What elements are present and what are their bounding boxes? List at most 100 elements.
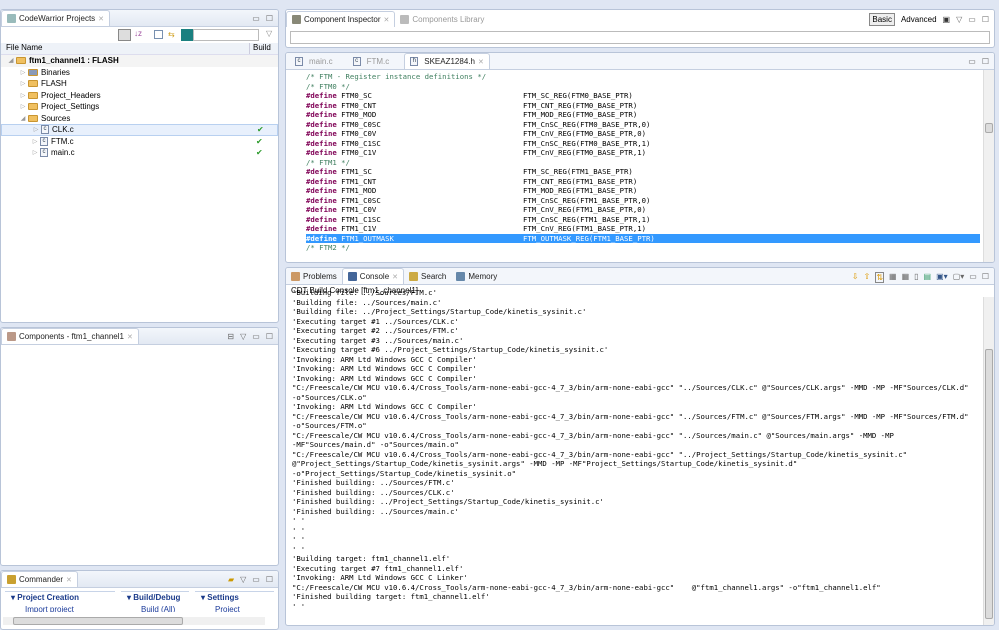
link-icon[interactable]: ⇆ — [168, 30, 175, 39]
basic-button[interactable]: Basic — [869, 13, 895, 26]
editor-tab[interactable]: c FTM.c — [348, 53, 395, 69]
tree-item[interactable]: ▷ Project_Headers — [1, 90, 278, 102]
tab-component-inspector[interactable]: Component Inspector ✕ — [286, 11, 396, 27]
expanded-icon[interactable]: ◢ — [18, 115, 28, 122]
macro-name: #define FTM1_C0V — [306, 205, 377, 214]
editor-tab[interactable]: h SKEAZ1284.h ✕ — [404, 53, 490, 69]
code-comment: /* FTM1 */ — [306, 157, 350, 167]
console-line: ' ' — [292, 525, 306, 535]
section-header[interactable]: ▾ Project Creation — [11, 593, 109, 602]
scroll-up-icon[interactable]: ⇧ — [864, 272, 871, 283]
column-build[interactable]: Build — [250, 43, 271, 54]
close-icon[interactable]: ✕ — [478, 58, 484, 66]
minimize-icon[interactable]: ▭ — [969, 272, 977, 283]
advanced-button[interactable]: Advanced — [901, 15, 937, 24]
scroll-lock-icon[interactable]: ⇅ — [875, 272, 885, 283]
open-console-icon[interactable]: ▢▾ — [953, 272, 965, 283]
close-icon[interactable]: ✕ — [98, 15, 104, 23]
layout-icon[interactable]: ▣ — [943, 15, 951, 24]
components-icon — [7, 332, 16, 341]
macro-value: FTM_CnV_REG(FTM1_BASE_PTR,0) — [523, 205, 647, 214]
tree-item[interactable]: ▷ c main.c ✔ — [1, 147, 278, 159]
minimize-icon[interactable]: ▭ — [968, 15, 976, 24]
display-console-icon[interactable]: ▣▾ — [936, 272, 948, 283]
minimize-icon[interactable]: ▭ — [252, 14, 260, 23]
console-line: 'Finished building: ../Sources/main.c' — [292, 506, 459, 516]
editor-scrollbar[interactable] — [983, 70, 994, 262]
view-menu-icon[interactable]: ▽ — [240, 575, 246, 584]
close-icon[interactable]: ✕ — [392, 273, 398, 281]
tree-item[interactable]: ▷ Project_Settings — [1, 101, 278, 113]
macro-value: FTM_CnV_REG(FTM0_BASE_PTR,0) — [523, 129, 647, 138]
close-icon[interactable]: ✕ — [66, 576, 72, 584]
tab-console[interactable]: Console ✕ — [341, 268, 405, 284]
view-menu-icon[interactable]: ▽ — [240, 332, 246, 341]
horizontal-scrollbar[interactable] — [3, 617, 265, 625]
console-output[interactable]: 'Building file: ../Sources/FTM.c' 'Buildi… — [292, 288, 980, 623]
tab-problems[interactable]: Problems — [286, 268, 342, 284]
editor-tab[interactable]: c main.c — [290, 53, 338, 69]
collapsed-icon[interactable]: ▷ — [18, 69, 28, 76]
collapse-icon[interactable]: ⊟ — [227, 332, 234, 341]
maximize-icon[interactable]: ☐ — [982, 15, 989, 24]
search-input[interactable] — [193, 29, 259, 41]
define-keyword: #define — [306, 129, 337, 138]
section-header[interactable]: ▾ Build/Debug — [127, 593, 183, 602]
search-icon[interactable] — [181, 29, 193, 41]
maximize-icon[interactable]: ☐ — [982, 272, 989, 283]
console-line: 'Executing target #2 ../Sources/FTM.c' — [292, 326, 459, 335]
new-console-icon[interactable]: ▤ — [924, 272, 932, 283]
projects-view: CodeWarrior Projects ✕ ▭ ☐ ↓z ⇆ ▽ File Nam… — [0, 9, 279, 323]
maximize-icon[interactable]: ☐ — [266, 575, 273, 584]
tree-item[interactable]: ▷ Binaries — [1, 67, 278, 79]
close-icon[interactable]: ✕ — [127, 333, 133, 341]
collapsed-icon[interactable]: ▷ — [18, 92, 28, 99]
tree-item[interactable]: ▷ c FTM.c ✔ — [1, 136, 278, 148]
sort-icon[interactable]: ↓z — [134, 29, 142, 38]
inspector-filter-input[interactable] — [290, 31, 990, 44]
column-file-name[interactable]: File Name — [1, 43, 250, 54]
code-line: #define FTM1_C0SC FTM_CnSC_REG(FTM1_BASE_… — [306, 196, 980, 206]
minimize-icon[interactable]: ▭ — [252, 575, 260, 584]
filter-icon[interactable] — [154, 30, 163, 39]
collapsed-icon[interactable]: ▷ — [18, 103, 28, 110]
maximize-icon[interactable]: ☐ — [982, 57, 989, 66]
tab-search[interactable]: Search — [404, 268, 451, 284]
tab-components[interactable]: Components - ftm1_channel1 ✕ — [1, 328, 139, 344]
scroll-down-icon[interactable]: ⇩ — [852, 272, 859, 283]
maximize-icon[interactable]: ☐ — [266, 332, 273, 341]
tab-components-library[interactable]: Components Library — [395, 11, 489, 27]
view-menu-icon[interactable]: ▽ — [956, 15, 962, 24]
collapsed-icon[interactable]: ▷ — [30, 149, 40, 156]
maximize-icon[interactable]: ☐ — [266, 14, 273, 23]
collapse-all-icon[interactable] — [118, 29, 131, 41]
project-icon — [16, 57, 26, 65]
tree-root[interactable]: ◢ ftm1_channel1 : FLASH — [1, 55, 278, 67]
tree-item[interactable]: ◢ Sources — [1, 113, 278, 125]
tab-commander[interactable]: Commander ✕ — [1, 571, 78, 587]
macro-name: #define FTM1_C1V — [306, 224, 377, 233]
commander-link[interactable]: Project settings — [201, 605, 268, 612]
editor-area: c main.c c FTM.c h SKEAZ1284.h ✕ ▭ ☐ /* FTM - Re… — [285, 52, 995, 263]
tab-memory[interactable]: Memory — [451, 268, 502, 284]
close-icon[interactable]: ✕ — [384, 16, 390, 24]
collapsed-icon[interactable]: ▷ — [31, 126, 41, 133]
expanded-icon[interactable]: ◢ — [6, 57, 16, 64]
pin-console-icon[interactable]: ▦ — [902, 272, 910, 283]
minimize-icon[interactable]: ▭ — [252, 332, 260, 341]
collapsed-icon[interactable]: ▷ — [18, 80, 28, 87]
commander-link[interactable]: Build (All) — [127, 605, 183, 612]
commander-link[interactable]: Import project — [11, 605, 109, 612]
tree-item[interactable]: ▷ c CLK.c ✔ — [1, 124, 278, 136]
tree-item[interactable]: ▷ FLASH — [1, 78, 278, 90]
clear-console-icon[interactable]: ▦ — [889, 272, 897, 283]
console-scrollbar[interactable] — [983, 297, 994, 625]
remove-console-icon[interactable]: ▯ — [914, 272, 918, 283]
minimize-icon[interactable]: ▭ — [968, 57, 976, 66]
collapsed-icon[interactable]: ▷ — [30, 138, 40, 145]
tab-codewarrior-projects[interactable]: CodeWarrior Projects ✕ — [1, 10, 111, 26]
section-header[interactable]: ▾ Settings — [201, 593, 268, 602]
open-icon[interactable]: ▰ — [228, 575, 234, 584]
code-editor[interactable]: /* FTM - Register instance definitions *… — [306, 72, 980, 253]
view-menu-icon[interactable]: ▽ — [266, 29, 272, 38]
